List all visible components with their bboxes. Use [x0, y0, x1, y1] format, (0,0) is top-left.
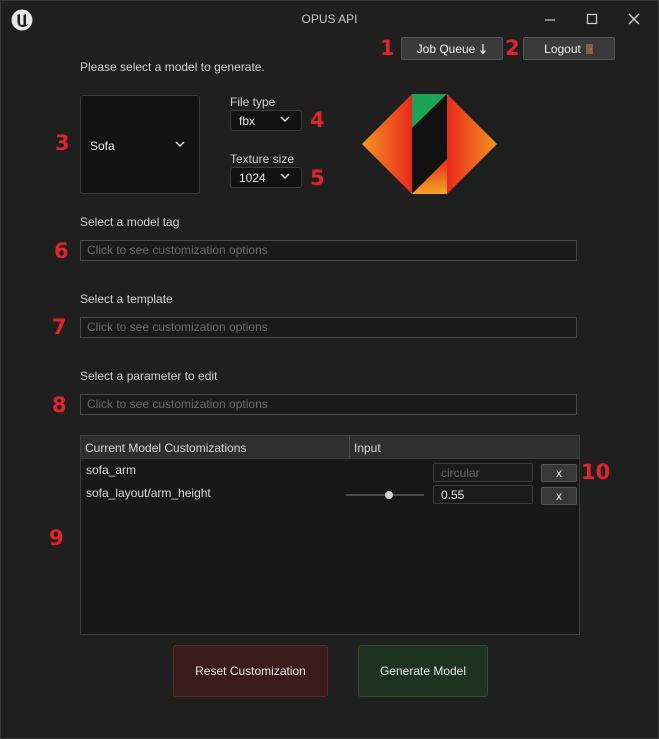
annotation-9: 9 [49, 526, 64, 550]
job-queue-button[interactable]: Job Queue [401, 37, 503, 60]
annotation-1: 1 [380, 36, 395, 60]
model-tag-combo[interactable]: Click to see customization options [80, 240, 577, 261]
texture-size-label: Texture size [230, 152, 295, 166]
close-icon [628, 13, 640, 25]
parameter-label: Select a parameter to edit [80, 369, 218, 383]
slider-thumb[interactable] [384, 491, 393, 499]
table-header: Current Model Customizations Input [81, 436, 579, 459]
texture-size-value: 1024 [239, 171, 266, 185]
column-header-customizations: Current Model Customizations [85, 441, 247, 455]
job-queue-label: Job Queue [416, 41, 476, 56]
maximize-icon [586, 13, 598, 25]
texture-size-select[interactable]: 1024 [230, 167, 302, 188]
model-select[interactable]: Sofa [80, 95, 200, 194]
template-combo[interactable]: Click to see customization options [80, 317, 577, 338]
model-prompt: Please select a model to generate. [80, 60, 265, 74]
maximize-button[interactable] [584, 11, 600, 27]
generate-model-button[interactable]: Generate Model [358, 645, 488, 697]
opus-logo [362, 94, 497, 194]
table-row-name: sofa_arm [86, 463, 137, 477]
file-type-select[interactable]: fbx [230, 110, 302, 131]
column-header-input: Input [354, 441, 381, 455]
parameter-combo[interactable]: Click to see customization options [80, 394, 577, 415]
logout-button[interactable]: Logout [523, 37, 615, 60]
door-icon [585, 43, 593, 54]
text-input[interactable]: circular [433, 463, 533, 482]
window-title: OPUS API [301, 12, 358, 26]
annotation-10: 10 [581, 460, 611, 484]
download-arrow-icon [480, 43, 487, 54]
logout-label: Logout [544, 41, 581, 56]
minimize-icon [545, 19, 555, 21]
minimize-button[interactable] [542, 11, 558, 27]
file-type-value: fbx [239, 114, 256, 128]
table-row-name: sofa_layout/arm_height [86, 486, 211, 500]
annotation-6: 6 [54, 239, 69, 263]
annotation-8: 8 [52, 393, 67, 417]
remove-button[interactable]: x [541, 487, 577, 505]
template-label: Select a template [80, 292, 173, 306]
annotation-3: 3 [55, 131, 70, 155]
remove-button[interactable]: x [541, 464, 577, 482]
chevron-down-icon [175, 141, 185, 148]
chevron-down-icon [280, 173, 290, 180]
chevron-down-icon [280, 116, 290, 123]
annotation-5: 5 [310, 166, 325, 190]
close-button[interactable] [626, 11, 642, 27]
file-type-label: File type [230, 95, 276, 109]
annotation-4: 4 [310, 108, 325, 132]
column-divider[interactable] [349, 436, 350, 458]
title-bar: OPUS API [1, 1, 658, 39]
app-window: OPUS API 1 2 3 4 5 6 7 8 9 10 11 Job Que… [0, 0, 659, 739]
value-input[interactable]: 0.55 [433, 485, 533, 504]
model-tag-label: Select a model tag [80, 215, 180, 229]
reset-customization-button[interactable]: Reset Customization [173, 645, 328, 697]
annotation-7: 7 [52, 315, 67, 339]
customizations-table: Current Model Customizations Input sofa_… [80, 435, 580, 635]
model-select-value: Sofa [90, 139, 115, 153]
annotation-2: 2 [505, 36, 520, 60]
